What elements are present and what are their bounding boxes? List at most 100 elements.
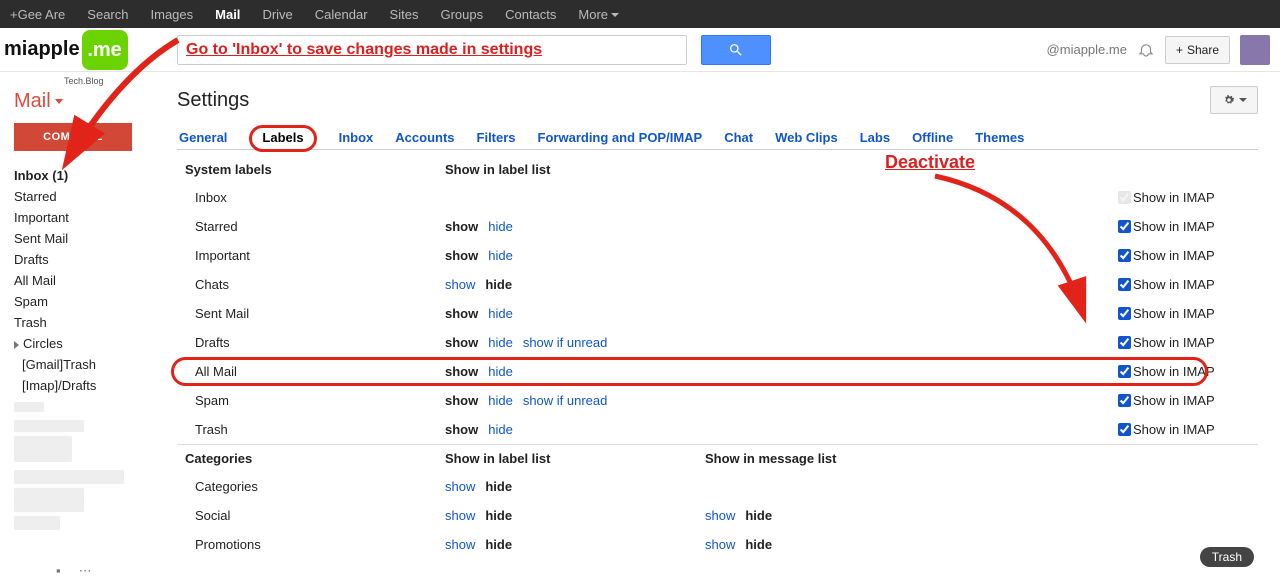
topbar-item[interactable]: Drive	[262, 7, 292, 22]
hide-toggle[interactable]: hide	[488, 393, 513, 408]
show-toggle[interactable]: show	[445, 248, 478, 263]
show-toggle[interactable]: show	[445, 393, 478, 408]
sidebar-item[interactable]: Inbox (1)	[14, 165, 157, 186]
show-in-imap-checkbox[interactable]	[1118, 365, 1131, 378]
hide-toggle[interactable]: hide	[488, 422, 513, 437]
show-if-unread-toggle[interactable]: show if unread	[523, 393, 608, 408]
settings-tab[interactable]: Themes	[973, 126, 1026, 149]
topbar-item[interactable]: Search	[87, 7, 128, 22]
sidebar-item[interactable]: Starred	[14, 186, 157, 207]
hide-toggle[interactable]: hide	[485, 277, 512, 292]
topbar-item[interactable]: Calendar	[315, 7, 368, 22]
label-name: Chats	[195, 277, 445, 292]
hide-toggle[interactable]: hide	[485, 508, 512, 523]
show-toggle[interactable]: show	[445, 537, 475, 552]
show-in-imap-checkbox[interactable]	[1118, 423, 1131, 436]
show-toggle[interactable]: show	[445, 306, 478, 321]
show-in-imap-checkbox[interactable]	[1118, 220, 1131, 233]
settings-tab[interactable]: Chat	[722, 126, 755, 149]
search-input[interactable]: Go to 'Inbox' to save changes made in se…	[177, 35, 687, 65]
chevron-down-icon	[55, 99, 63, 104]
hide-toggle[interactable]: hide	[488, 306, 513, 321]
settings-gear-button[interactable]	[1210, 86, 1258, 114]
hangouts-icon[interactable]: ▪	[56, 563, 61, 579]
settings-tab[interactable]: Labs	[858, 126, 892, 149]
label-row: All MailshowhideShow in IMAP	[177, 357, 1258, 386]
topbar-item-more[interactable]: More	[578, 7, 619, 22]
topbar-item[interactable]: +Gee Are	[10, 7, 65, 22]
show-in-imap-checkbox[interactable]	[1118, 307, 1131, 320]
trash-chip[interactable]: Trash	[1200, 547, 1254, 567]
hide-toggle[interactable]: hide	[488, 219, 513, 234]
label-row: Spamshowhideshow if unreadShow in IMAP	[177, 386, 1258, 415]
sidebar-item[interactable]: Circles	[14, 333, 157, 354]
label-name: Inbox	[195, 190, 445, 205]
show-in-imap-checkbox[interactable]	[1118, 249, 1131, 262]
hide-toggle[interactable]: hide	[488, 248, 513, 263]
show-toggle[interactable]: show	[445, 364, 478, 379]
show-toggle[interactable]: show	[445, 508, 475, 523]
msg-hide-toggle[interactable]: hide	[745, 537, 772, 552]
more-icon[interactable]: ⋯	[79, 563, 92, 579]
left-sidebar: Tech.Blog Mail COMPOSE Inbox (1)StarredI…	[0, 72, 165, 585]
show-toggle[interactable]: show	[445, 277, 475, 292]
topbar-item[interactable]: Mail	[215, 7, 240, 22]
show-if-unread-toggle[interactable]: show if unread	[523, 335, 608, 350]
share-button[interactable]: +Share	[1165, 36, 1230, 64]
settings-tab[interactable]: Forwarding and POP/IMAP	[536, 126, 705, 149]
sidebar-item[interactable]: All Mail	[14, 270, 157, 291]
sidebar-item[interactable]: [Gmail]Trash	[14, 354, 157, 375]
category-row: Socialshowhideshowhide	[177, 501, 1258, 530]
sidebar-item[interactable]: Spam	[14, 291, 157, 312]
expand-icon	[14, 341, 19, 349]
settings-tab[interactable]: Filters	[475, 126, 518, 149]
show-toggle[interactable]: show	[445, 219, 478, 234]
notifications-icon[interactable]	[1137, 41, 1155, 59]
compose-button[interactable]: COMPOSE	[14, 123, 132, 151]
sidebar-item[interactable]: Drafts	[14, 249, 157, 270]
hide-toggle[interactable]: hide	[488, 364, 513, 379]
show-toggle[interactable]: show	[445, 335, 478, 350]
topbar-item[interactable]: Contacts	[505, 7, 556, 22]
settings-tab[interactable]: Inbox	[337, 126, 376, 149]
section-system-labels: System labels Show in label list	[177, 156, 1258, 183]
mail-dropdown[interactable]: Mail	[14, 90, 157, 113]
sidebar-item[interactable]: Sent Mail	[14, 228, 157, 249]
annotation-inbox: Go to 'Inbox' to save changes made in se…	[186, 41, 542, 59]
msg-show-toggle[interactable]: show	[705, 508, 735, 523]
label-row: Draftsshowhideshow if unreadShow in IMAP	[177, 328, 1258, 357]
gear-icon	[1222, 93, 1236, 107]
hide-toggle[interactable]: hide	[485, 537, 512, 552]
msg-hide-toggle[interactable]: hide	[745, 508, 772, 523]
show-in-imap-label: Show in IMAP	[1133, 422, 1215, 437]
topbar-item[interactable]: Groups	[440, 7, 483, 22]
msg-show-toggle[interactable]: show	[705, 537, 735, 552]
show-in-imap-checkbox[interactable]	[1118, 394, 1131, 407]
topbar-item[interactable]: Images	[151, 7, 194, 22]
hide-toggle[interactable]: hide	[485, 479, 512, 494]
sidebar-item[interactable]: Important	[14, 207, 157, 228]
settings-tab[interactable]: General	[177, 126, 229, 149]
settings-tab[interactable]: Offline	[910, 126, 955, 149]
sidebar-item[interactable]: Trash	[14, 312, 157, 333]
sidebar-item[interactable]: [Imap]/Drafts	[14, 375, 157, 396]
label-row: InboxShow in IMAP	[177, 183, 1258, 212]
show-in-imap-label: Show in IMAP	[1133, 277, 1215, 292]
label-name: Drafts	[195, 335, 445, 350]
google-top-bar: +Gee Are Search Images Mail Drive Calend…	[0, 0, 1280, 28]
label-name: All Mail	[195, 364, 445, 379]
hide-toggle[interactable]: hide	[488, 335, 513, 350]
topbar-item[interactable]: Sites	[390, 7, 419, 22]
show-toggle[interactable]: show	[445, 479, 475, 494]
show-in-imap-checkbox[interactable]	[1118, 336, 1131, 349]
show-in-imap-checkbox[interactable]	[1118, 278, 1131, 291]
user-email[interactable]: @miapple.me	[1047, 42, 1127, 57]
logo-subtitle: Tech.Blog	[64, 76, 157, 86]
avatar[interactable]	[1240, 35, 1270, 65]
search-button[interactable]	[701, 35, 771, 65]
settings-tab[interactable]: Accounts	[393, 126, 456, 149]
show-toggle[interactable]: show	[445, 422, 478, 437]
settings-tab[interactable]: Labels	[247, 126, 318, 149]
settings-tab[interactable]: Web Clips	[773, 126, 840, 149]
category-row: Promotionsshowhideshowhide	[177, 530, 1258, 559]
